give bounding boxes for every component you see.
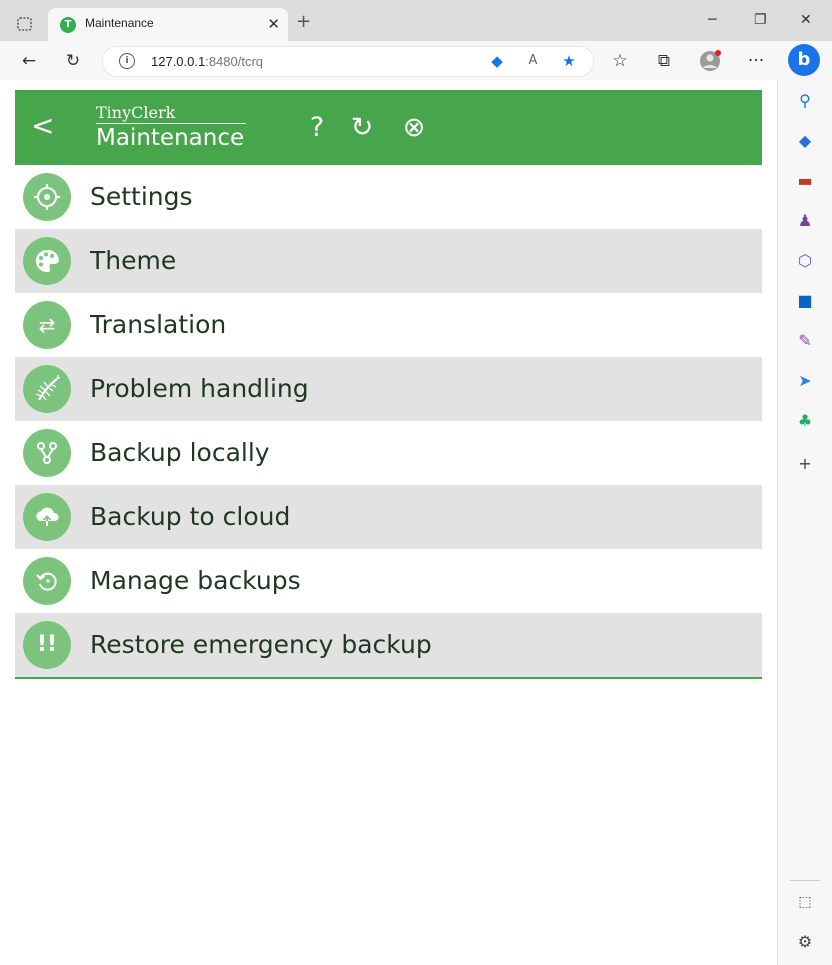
microsoft365-icon[interactable]: ⬡	[794, 250, 816, 272]
browser-tab[interactable]: T Maintenance ✕	[48, 8, 288, 41]
menu-item-label: Translation	[90, 310, 227, 339]
emergency-icon: !!	[23, 621, 71, 669]
more-menu-icon[interactable]: ···	[744, 49, 768, 73]
tools-briefcase-icon[interactable]: ▬	[794, 170, 816, 192]
designer-icon[interactable]: ✎	[794, 330, 816, 352]
tab-actions-icon[interactable]	[14, 13, 36, 35]
refresh-button[interactable]: ↻	[344, 110, 380, 146]
favorite-star-icon[interactable]: ★	[559, 51, 579, 71]
games-icon[interactable]: ♟	[794, 210, 816, 232]
menu-item-backup-to-cloud[interactable]: Backup to cloud	[15, 485, 762, 549]
send-plane-icon[interactable]: ➤	[794, 370, 816, 392]
new-tab-button[interactable]: +	[296, 12, 311, 32]
url-text[interactable]: 127.0.0.1:8480/tcrq	[151, 54, 263, 69]
menu-item-theme[interactable]: Theme	[15, 229, 762, 293]
cloud-upload-icon	[23, 493, 71, 541]
collections-icon[interactable]: ⧉	[652, 49, 676, 73]
sidebar-divider	[790, 880, 820, 881]
coupon-tag-icon[interactable]: ◆	[487, 51, 507, 71]
menu-item-label: Settings	[90, 182, 193, 211]
read-aloud-icon[interactable]: A	[523, 51, 543, 71]
browser-titlebar: T Maintenance ✕ + ─ ❐ ✕	[0, 0, 832, 42]
address-bar[interactable]: i 127.0.0.1:8480/tcrq ◆ A ★	[102, 46, 594, 77]
favorites-icon[interactable]: ☆	[608, 49, 632, 73]
bug-icon	[23, 365, 71, 413]
tab-title: Maintenance	[85, 16, 154, 30]
app-name: TinyClerk	[96, 103, 246, 124]
search-icon[interactable]: ⚲	[794, 90, 816, 112]
menu-item-label: Backup to cloud	[90, 502, 291, 531]
minimize-button[interactable]: ─	[708, 10, 716, 30]
menu-item-manage-backups[interactable]: Manage backups	[15, 549, 762, 613]
menu-item-settings[interactable]: Settings	[15, 165, 762, 229]
history-icon	[23, 557, 71, 605]
sidebar-settings-gear-icon[interactable]: ⚙	[794, 931, 816, 953]
menu-item-label: Problem handling	[90, 374, 309, 403]
menu-item-backup-locally[interactable]: Backup locally	[15, 421, 762, 485]
translate-icon: ⇄	[23, 301, 71, 349]
menu-item-label: Restore emergency backup	[90, 630, 432, 659]
menu-item-label: Manage backups	[90, 566, 301, 595]
tree-icon[interactable]: ♣	[794, 410, 816, 432]
browser-toolbar: ← ↻ i 127.0.0.1:8480/tcrq ◆ A ★ ☆ ⧉ ···	[0, 41, 832, 80]
palette-icon	[23, 237, 71, 285]
window-close-button[interactable]: ✕	[800, 10, 812, 30]
back-arrow-icon[interactable]: ←	[17, 49, 41, 73]
outlook-icon[interactable]: ■	[794, 290, 816, 312]
settings-icon	[23, 173, 71, 221]
site-info-icon[interactable]: i	[119, 53, 135, 69]
profile-avatar[interactable]	[698, 49, 722, 73]
menu-item-translation[interactable]: ⇄ Translation	[15, 293, 762, 357]
maintenance-menu: Settings Theme ⇄ Translation Problem han…	[15, 165, 762, 679]
back-button[interactable]: <	[31, 110, 54, 142]
help-button[interactable]: ?	[299, 110, 335, 146]
tinyclerk-favicon-icon: T	[60, 17, 76, 33]
edge-sidebar: ⚲ ◆ ▬ ♟ ⬡ ■ ✎ ➤ ♣ + ⬚ ⚙	[777, 80, 832, 965]
hide-sidebar-icon[interactable]: ⬚	[794, 891, 816, 913]
menu-item-problem-handling[interactable]: Problem handling	[15, 357, 762, 421]
tab-close-icon[interactable]: ✕	[267, 16, 280, 32]
reload-icon[interactable]: ↻	[61, 49, 85, 73]
menu-item-label: Theme	[90, 246, 177, 275]
restore-button[interactable]: ❐	[754, 10, 767, 30]
shopping-tag-icon[interactable]: ◆	[794, 130, 816, 152]
bing-copilot-icon[interactable]: b	[788, 44, 820, 76]
menu-item-restore-emergency-backup[interactable]: !! Restore emergency backup	[15, 613, 762, 677]
page-title: Maintenance	[96, 125, 245, 151]
menu-item-label: Backup locally	[90, 438, 270, 467]
add-sidebar-app-icon[interactable]: +	[794, 453, 816, 475]
app-header: < TinyClerk Maintenance ? ↻ ⊗	[15, 90, 762, 165]
close-button[interactable]: ⊗	[396, 110, 432, 146]
branch-icon	[23, 429, 71, 477]
